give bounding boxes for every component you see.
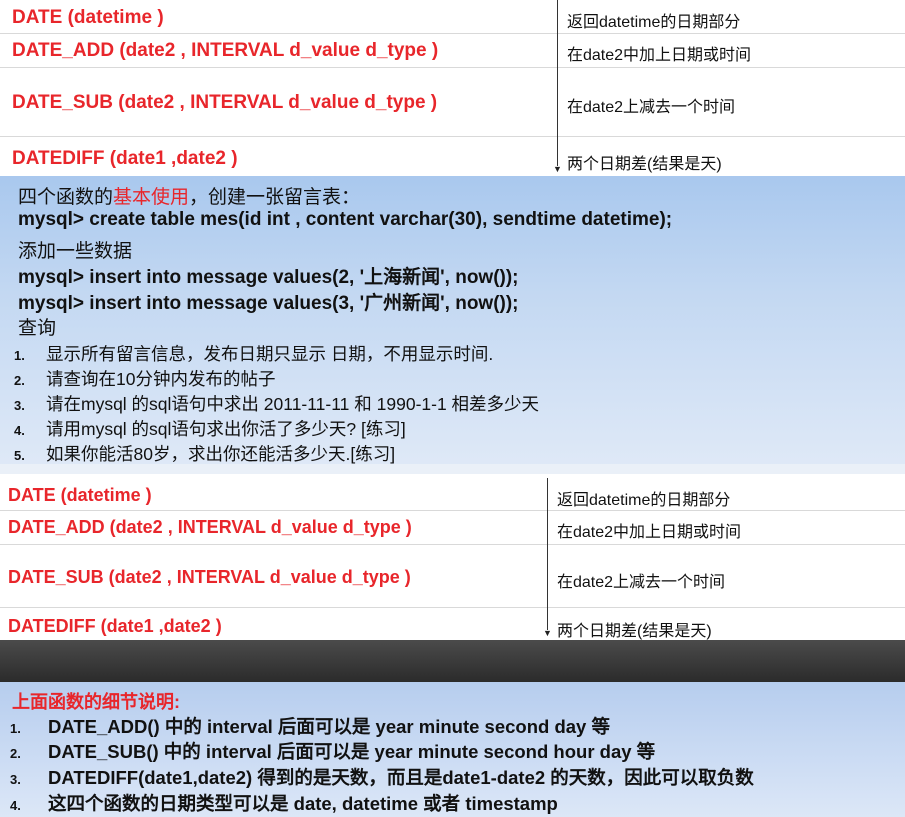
details-panel: 上面函数的细节说明: 1. DATE_ADD() 中的 interval 后面可以… <box>0 682 905 817</box>
list-item: 2. DATE_SUB() 中的 interval 后面可以是 year minu… <box>10 738 655 764</box>
list-text: 这四个函数的日期类型可以是 date, datetime 或者 timestam… <box>48 793 558 814</box>
function-description: 返回datetime的日期部分 <box>557 492 731 509</box>
table-row: DATEDIFF (date1 ,date2 ) 两个日期差(结果是天) <box>0 608 905 642</box>
usage-intro-prefix: 四个函数的 <box>18 187 114 208</box>
list-item: 1. DATE_ADD() 中的 interval 后面可以是 year minu… <box>10 713 610 739</box>
sql-insert-statement: mysql> insert into message values(3, '广州… <box>18 293 519 314</box>
list-number: 2. <box>10 746 21 761</box>
table-row: DATE (datetime ) 返回datetime的日期部分 <box>0 478 905 511</box>
query-label: 查询 <box>18 318 57 339</box>
function-signature: DATEDIFF (date1 ,date2 ) <box>12 148 238 169</box>
arrow-down-icon: ▼ <box>543 628 552 638</box>
dark-band <box>0 640 905 682</box>
arrow-down-icon: ▼ <box>553 164 562 174</box>
function-signature: DATEDIFF (date1 ,date2 ) <box>8 616 222 636</box>
list-item: 5. 如果你能活80岁，求出你还能活多少天.[练习] <box>14 441 395 466</box>
list-number: 1. <box>10 721 21 736</box>
list-text: DATEDIFF(date1,date2) 得到的是天数，而且是date1-da… <box>48 767 754 788</box>
list-number: 2. <box>14 373 25 388</box>
list-text: 请在mysql 的sql语句中求出 2011-11-11 和 1990-1-1 … <box>46 394 540 414</box>
list-text: 如果你能活80岁，求出你还能活多少天.[练习] <box>46 444 396 464</box>
list-item: 3. 请在mysql 的sql语句中求出 2011-11-11 和 1990-1-… <box>14 391 539 416</box>
function-description: 在date2上减去一个时间 <box>557 574 726 591</box>
column-divider <box>557 0 558 166</box>
function-table-top: DATE (datetime ) 返回datetime的日期部分 DATE_AD… <box>0 0 905 176</box>
divider-bar <box>0 464 905 474</box>
table-row: DATE_ADD (date2 , INTERVAL d_value d_typ… <box>0 34 905 68</box>
list-number: 1. <box>14 348 25 363</box>
function-description: 返回datetime的日期部分 <box>567 14 741 31</box>
list-item: 4. 这四个函数的日期类型可以是 date, datetime 或者 timest… <box>10 790 558 816</box>
details-title: 上面函数的细节说明: <box>12 692 180 712</box>
sql-insert-statement: mysql> insert into message values(2, '上海… <box>18 267 519 288</box>
function-table-bottom: DATE (datetime ) 返回datetime的日期部分 DATE_AD… <box>0 478 905 640</box>
list-number: 3. <box>14 398 25 413</box>
list-item: 4. 请用mysql 的sql语句求出你活了多少天? [练习] <box>14 416 406 441</box>
list-number: 3. <box>10 772 21 787</box>
usage-intro-highlight: 基本使用 <box>113 187 190 208</box>
function-signature: DATE_ADD (date2 , INTERVAL d_value d_typ… <box>12 40 439 61</box>
list-number: 4. <box>14 423 25 438</box>
table-row: DATE_SUB (date2 , INTERVAL d_value d_typ… <box>0 68 905 137</box>
table-row: DATE_SUB (date2 , INTERVAL d_value d_typ… <box>0 545 905 608</box>
usage-intro: 四个函数的基本使用，创建一张留言表： <box>18 182 360 209</box>
usage-panel: 四个函数的基本使用，创建一张留言表： mysql> create table m… <box>0 176 905 468</box>
function-signature: DATE_ADD (date2 , INTERVAL d_value d_typ… <box>8 517 412 537</box>
function-description: 两个日期差(结果是天) <box>567 156 722 173</box>
list-text: DATE_ADD() 中的 interval 后面可以是 year minute… <box>48 716 610 737</box>
list-item: 2. 请查询在10分钟内发布的帖子 <box>14 366 275 391</box>
function-signature: DATE (datetime ) <box>8 485 152 505</box>
function-description: 在date2上减去一个时间 <box>567 99 736 116</box>
list-item: 3. DATEDIFF(date1,date2) 得到的是天数，而且是date1-… <box>10 764 754 790</box>
function-signature: DATE_SUB (date2 , INTERVAL d_value d_typ… <box>8 567 411 587</box>
list-item: 1. 显示所有留言信息，发布日期只显示 日期，不用显示时间. <box>14 341 493 366</box>
list-number: 4. <box>10 798 21 813</box>
list-text: DATE_SUB() 中的 interval 后面可以是 year minute… <box>48 741 656 762</box>
column-divider <box>547 478 548 630</box>
function-signature: DATE_SUB (date2 , INTERVAL d_value d_typ… <box>12 92 438 113</box>
sql-create-statement: mysql> create table mes(id int , content… <box>18 209 673 230</box>
list-text: 请用mysql 的sql语句求出你活了多少天? [练习] <box>46 419 406 439</box>
usage-intro-suffix: ，创建一张留言表： <box>189 187 361 208</box>
list-text: 请查询在10分钟内发布的帖子 <box>46 369 276 389</box>
function-description: 在date2中加上日期或时间 <box>567 47 752 64</box>
table-row: DATE_ADD (date2 , INTERVAL d_value d_typ… <box>0 511 905 545</box>
function-description: 在date2中加上日期或时间 <box>557 524 742 541</box>
function-description: 两个日期差(结果是天) <box>557 623 712 640</box>
list-number: 5. <box>14 448 25 463</box>
list-text: 显示所有留言信息，发布日期只显示 日期，不用显示时间. <box>46 344 494 364</box>
function-signature: DATE (datetime ) <box>12 7 164 28</box>
table-row: DATE (datetime ) 返回datetime的日期部分 <box>0 0 905 34</box>
table-row: DATEDIFF (date1 ,date2 ) 两个日期差(结果是天) <box>0 137 905 177</box>
add-data-label: 添加一些数据 <box>18 241 133 262</box>
